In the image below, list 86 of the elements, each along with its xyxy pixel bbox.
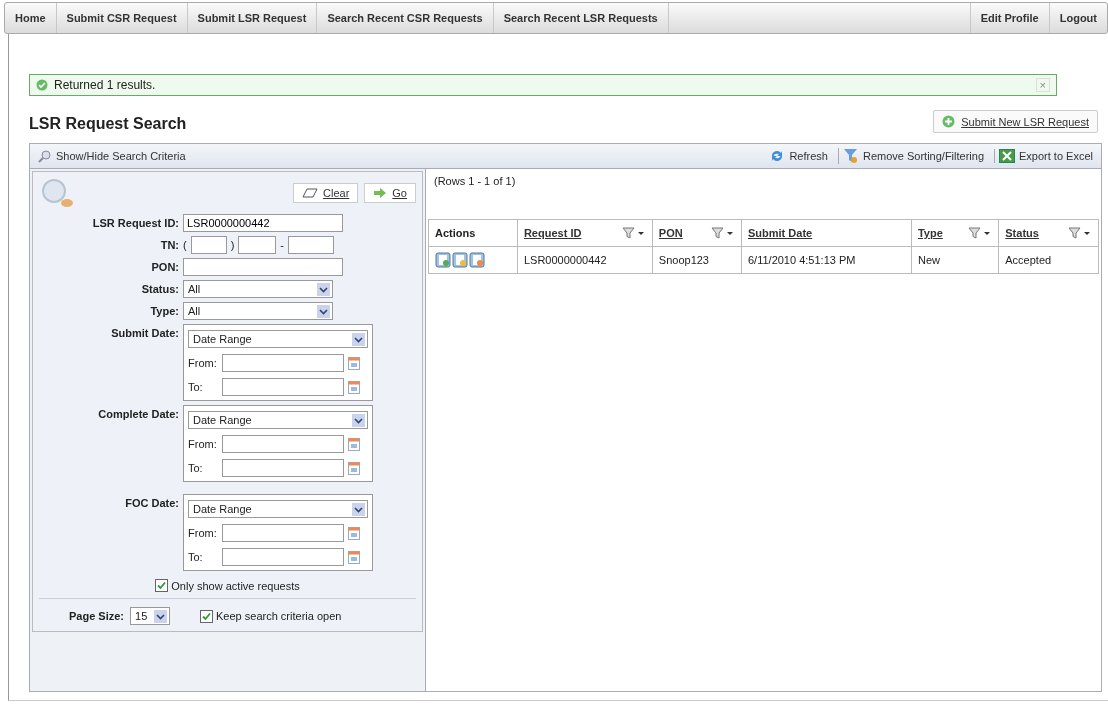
field-label: FOC Date: (124, 496, 179, 509)
document-icon[interactable] (452, 252, 468, 268)
calendar-icon[interactable] (348, 526, 360, 540)
filter-icon[interactable] (711, 227, 735, 239)
nav-link[interactable]: Edit Profile (969, 3, 1049, 33)
nav-link[interactable]: Submit LSR Request (187, 3, 318, 33)
calendar-icon[interactable] (348, 356, 360, 370)
check-circle-icon (36, 79, 48, 91)
to-date-field[interactable] (222, 378, 344, 396)
calendar-icon[interactable] (348, 380, 360, 394)
line-number-field[interactable] (288, 236, 334, 254)
message-text: Returned 1 results. (54, 78, 156, 92)
table-cell: 6/11/2010 4:51:13 PM (741, 246, 912, 274)
column-header-link[interactable]: Status (1005, 227, 1039, 239)
from-label: From: (188, 357, 218, 369)
range-select[interactable]: Date Range (188, 500, 368, 518)
field-label: Status: (140, 282, 179, 295)
toggle-criteria-button[interactable]: Show/Hide Search Criteria (34, 149, 190, 163)
to-date-field[interactable] (222, 459, 344, 477)
field-label: TN: (159, 238, 179, 251)
field-label: LSR Request ID: (91, 216, 179, 229)
column-header-link[interactable]: Submit Date (748, 227, 813, 239)
nav-link[interactable]: Logout (1048, 3, 1107, 33)
pon-field[interactable] (183, 258, 343, 276)
to-label: To: (188, 462, 204, 474)
rows-info: (Rows 1 - 1 of 1) (433, 174, 517, 189)
field-label: Submit Date: (110, 326, 179, 339)
nav-link[interactable]: Search Recent CSR Requests (317, 3, 494, 33)
document-icon[interactable] (435, 252, 451, 268)
calendar-icon[interactable] (348, 437, 360, 451)
calendar-icon[interactable] (348, 550, 360, 564)
from-date-field[interactable] (222, 435, 344, 453)
table-cell: Accepted (998, 246, 1099, 274)
range-select[interactable]: Date Range (188, 411, 368, 429)
checkbox-label: Only show active requests (171, 579, 300, 592)
nav-link[interactable]: Home (5, 3, 57, 33)
arrow-icon (373, 187, 388, 199)
clear-button[interactable]: Clear (293, 183, 359, 203)
toolbar-button[interactable]: Remove Sorting/Filtering (837, 148, 988, 164)
from-label: From: (188, 527, 218, 539)
table-cell: Snoop123 (652, 246, 742, 274)
toolbar-button[interactable]: Refresh (765, 148, 832, 164)
table-cell: LSR0000000442 (517, 246, 653, 274)
column-header: Actions (435, 227, 476, 239)
go-button[interactable]: Go (364, 183, 416, 203)
submit-new-button[interactable]: Submit New LSR Request (933, 110, 1098, 133)
field-label: PON: (150, 260, 179, 273)
checkbox[interactable] (155, 579, 169, 592)
spreadsheet-icon[interactable] (999, 149, 1015, 163)
checkbox-label: Keep search criteria open (216, 610, 342, 622)
request-id-field[interactable]: LSR0000000442 (183, 214, 343, 232)
column-header-link[interactable]: PON (658, 227, 683, 239)
field-label: Page Size: (69, 610, 125, 622)
calendar-icon[interactable] (348, 461, 360, 475)
to-label: To: (188, 381, 204, 393)
toolbar-button[interactable]: Export to Excel (994, 149, 1097, 163)
dash-text: - (280, 238, 284, 251)
from-date-field[interactable] (222, 354, 344, 372)
status-select[interactable]: All (183, 280, 333, 298)
page-title: LSR Request Search (29, 114, 187, 133)
funnel-icon[interactable] (842, 148, 859, 164)
range-select[interactable]: Date Range (188, 330, 368, 348)
checkbox[interactable] (200, 609, 214, 623)
to-label: To: (188, 551, 204, 563)
prefix-field[interactable] (238, 236, 277, 254)
type-select[interactable]: All (183, 302, 333, 320)
to-date-field[interactable] (222, 548, 344, 566)
column-header-link[interactable]: Request ID (523, 227, 582, 239)
close-button[interactable]: × (1035, 78, 1050, 92)
from-date-field[interactable] (222, 524, 344, 542)
filter-icon[interactable] (621, 227, 646, 239)
field-label: Complete Date: (97, 407, 179, 420)
filter-icon[interactable] (968, 227, 993, 239)
page-size-select[interactable]: 15 (130, 607, 171, 625)
paren-text: ( (183, 238, 187, 251)
field-label: Type: (149, 304, 179, 317)
filter-icon[interactable] (1068, 227, 1092, 239)
document-icon[interactable] (469, 252, 485, 268)
nav-link[interactable]: Submit CSR Request (56, 3, 188, 33)
paren-text: ) (230, 238, 235, 251)
table-cell: New (911, 246, 999, 274)
nav-link[interactable]: Search Recent LSR Requests (493, 3, 669, 33)
area-code-field[interactable] (190, 236, 227, 254)
plus-circle-icon (942, 115, 956, 128)
column-header-link[interactable]: Type (917, 227, 943, 239)
from-label: From: (188, 438, 218, 450)
